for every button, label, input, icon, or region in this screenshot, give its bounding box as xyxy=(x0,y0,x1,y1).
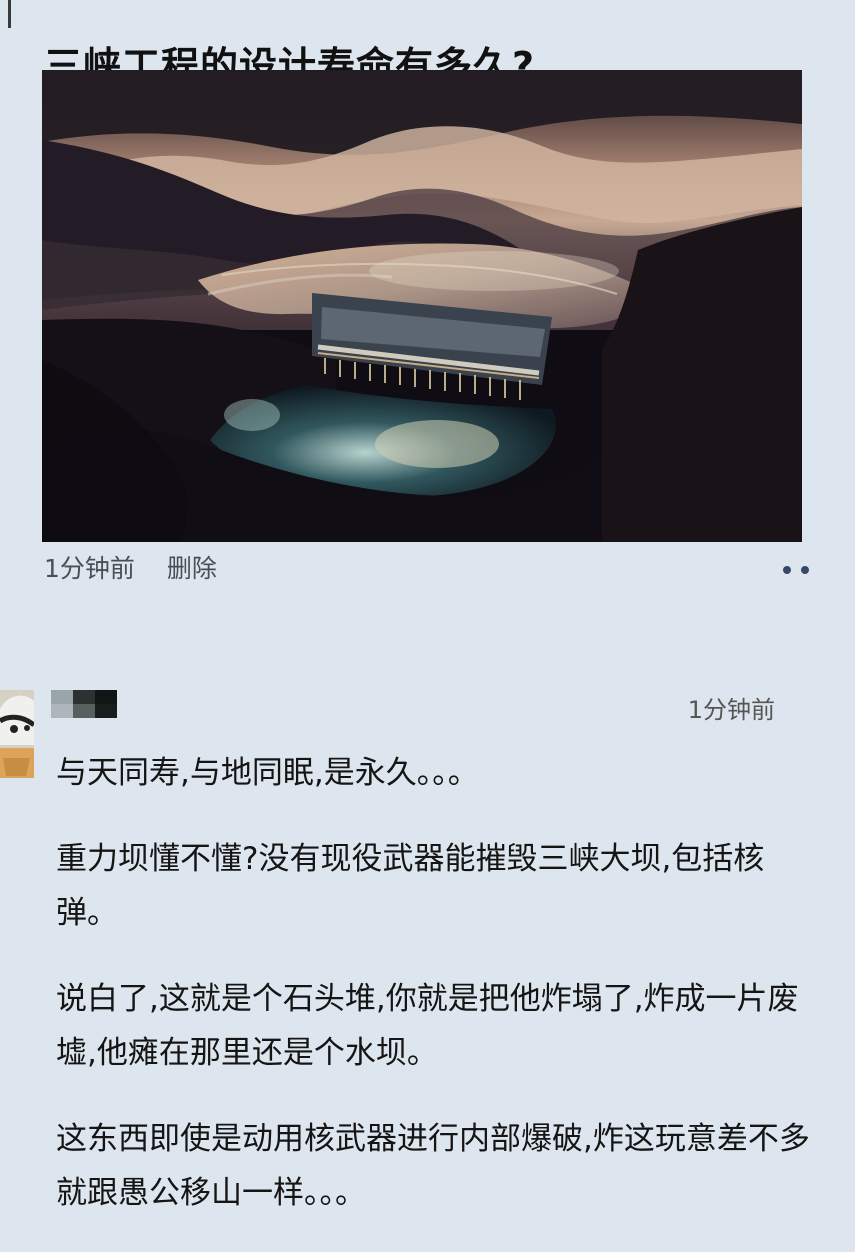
mosaic-cell xyxy=(51,690,73,704)
mosaic-cell xyxy=(95,704,117,718)
mosaic-cell xyxy=(73,690,95,704)
post-time: 1分钟前 xyxy=(44,554,135,583)
three-gorges-dam-photo-icon xyxy=(42,70,802,542)
left-edge-divider xyxy=(8,0,11,28)
comment-paragraph: 这东西即使是动用核武器进行内部爆破,炸这玩意差不多就跟愚公移山一样。。。 xyxy=(56,1121,810,1211)
comment-paragraph: 说白了,这就是个石头堆,你就是把他炸塌了,炸成一片废墟,他瘫在那里还是个水坝。 xyxy=(56,981,799,1071)
mosaic-cell xyxy=(51,704,73,718)
more-icon[interactable] xyxy=(773,557,825,585)
mosaic-cell xyxy=(73,704,95,718)
comment-time: 1分钟前 xyxy=(687,696,775,724)
mosaic-cell xyxy=(95,690,117,704)
user-avatar[interactable] xyxy=(0,690,34,778)
post-meta: 1分钟前 删除 xyxy=(44,552,217,586)
more-dot xyxy=(801,566,809,574)
comment-paragraph: 重力坝懂不懂?没有现役武器能摧毁三峡大坝,包括核弹。 xyxy=(56,841,765,931)
comment-body: 与天同寿,与地同眠,是永久。。。 重力坝懂不懂?没有现役武器能摧毁三峡大坝,包括… xyxy=(56,746,816,1252)
post-image[interactable] xyxy=(42,70,802,542)
avatar-icon xyxy=(0,690,34,778)
delete-button[interactable]: 删除 xyxy=(167,552,217,586)
comment-paragraph: 与天同寿,与地同眠,是永久。。。 xyxy=(56,755,479,791)
more-dot xyxy=(783,566,791,574)
username-mosaic xyxy=(51,690,119,718)
